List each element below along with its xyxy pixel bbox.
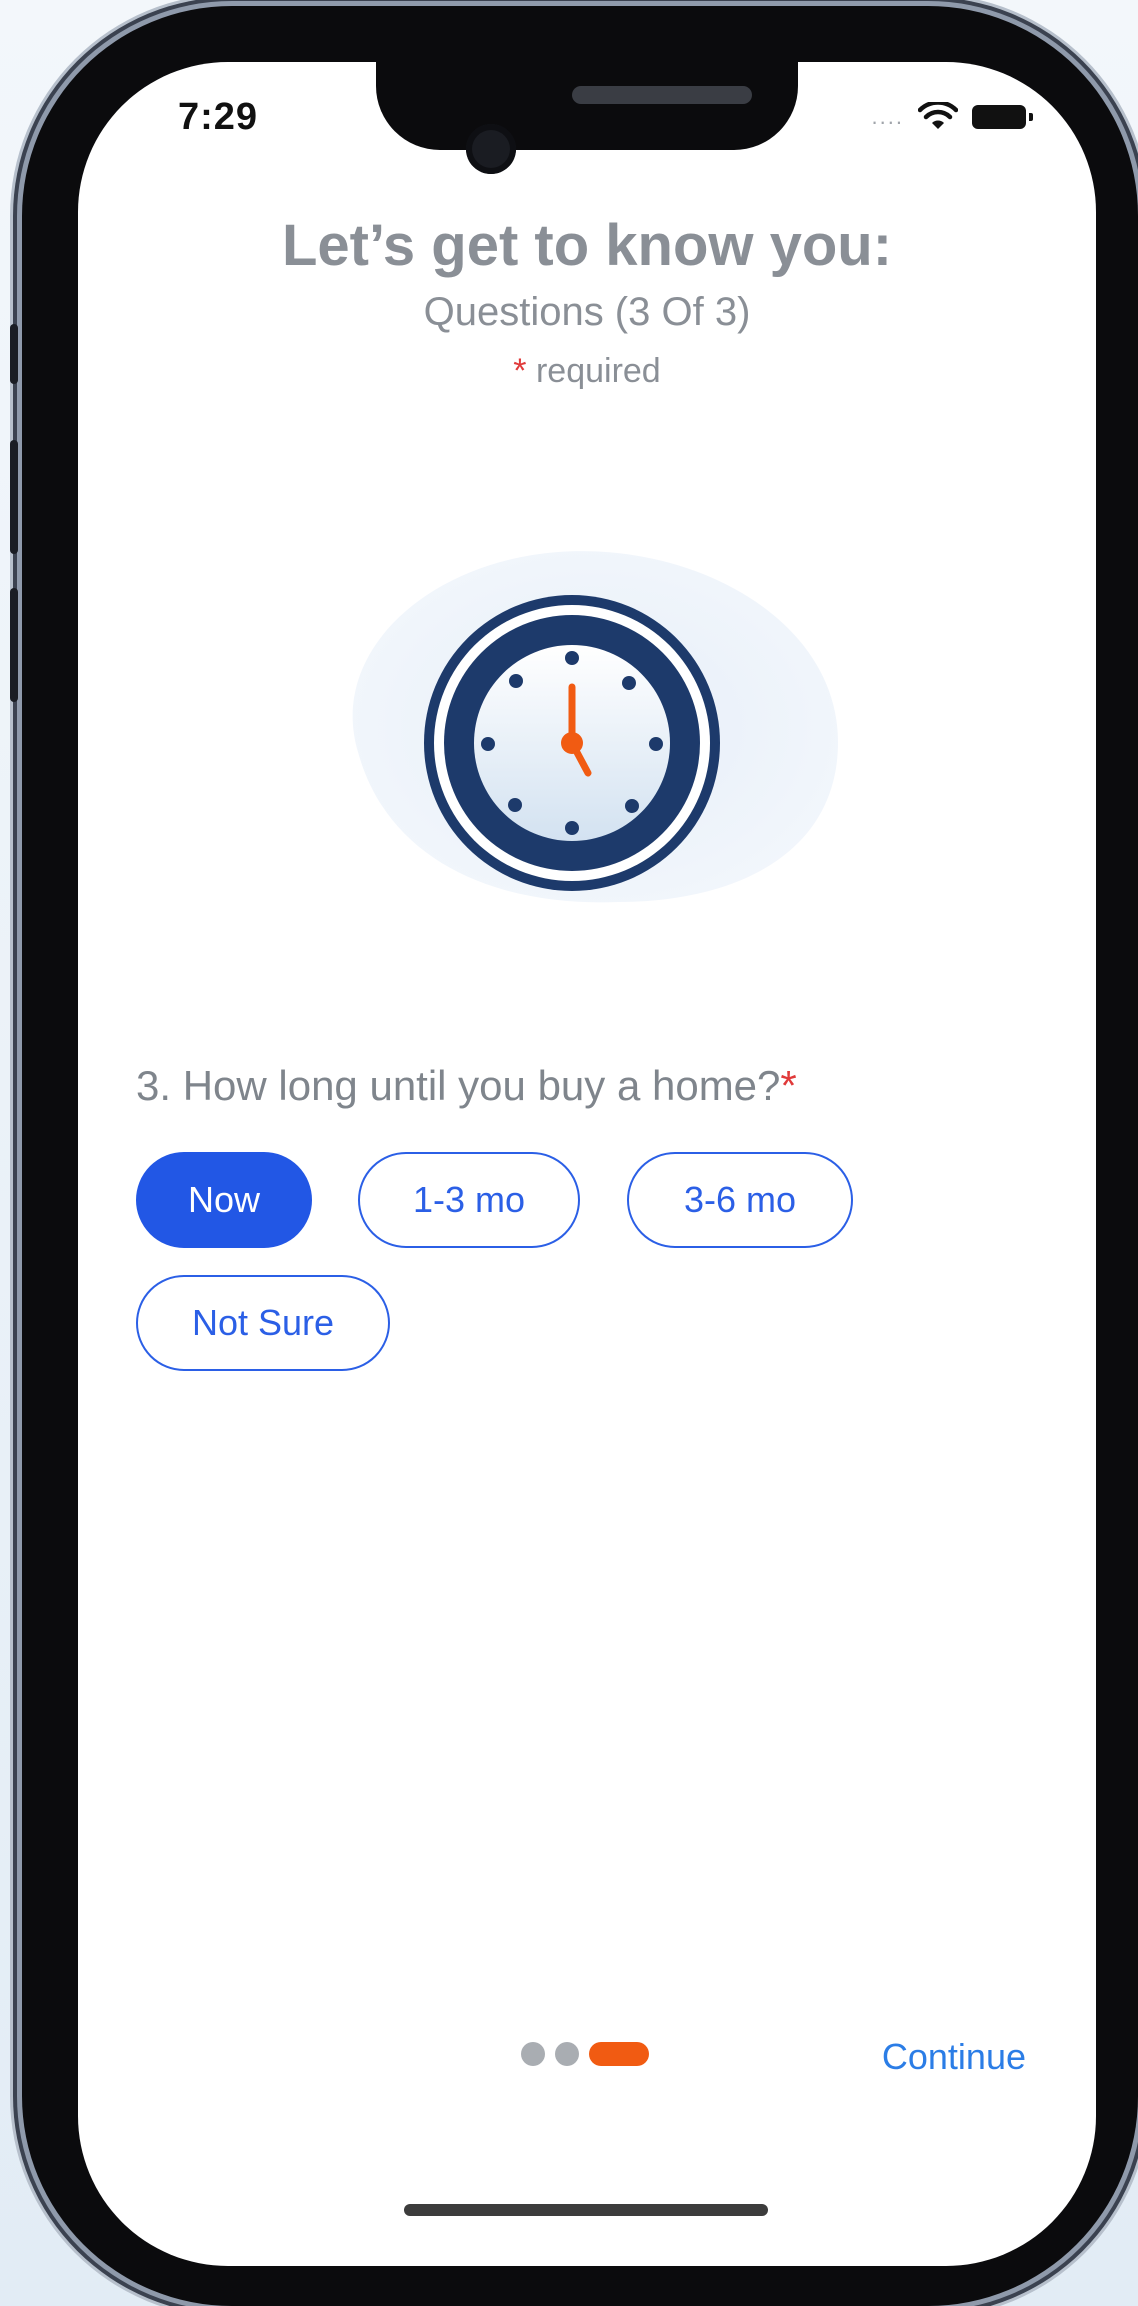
continue-button[interactable]: Continue [882, 2036, 1026, 2078]
app-screen: 7:29 .... Let’s get to know you: Questio… [78, 62, 1096, 2266]
page-dot-1 [521, 2042, 545, 2066]
page-dot-2 [555, 2042, 579, 2066]
battery-icon [972, 105, 1033, 129]
signal-dots: .... [871, 104, 904, 129]
page-title: Let’s get to know you: [281, 213, 893, 278]
volume-down-button [10, 588, 18, 702]
volume-up-button [10, 440, 18, 554]
status-time: 7:29 [178, 96, 259, 138]
page-dot-active [589, 2042, 649, 2066]
question-required-asterisk: * [780, 1062, 797, 1109]
option-not-sure[interactable]: Not Sure [136, 1275, 390, 1371]
home-indicator[interactable] [404, 2204, 768, 2216]
page-subtitle: Questions (3 Of 3) [423, 290, 751, 334]
page-indicator [521, 2042, 649, 2066]
option-1-3-mo[interactable]: 1-3 mo [358, 1152, 580, 1248]
required-note: * required [78, 352, 1096, 391]
question-label: 3. How long until you buy a home? [136, 1062, 781, 1109]
status-icons: .... [871, 102, 1033, 132]
speaker [572, 86, 752, 104]
option-now[interactable]: Now [136, 1152, 312, 1248]
wifi-icon [918, 102, 958, 129]
required-asterisk: * [513, 352, 527, 390]
clock-icon [352, 551, 838, 903]
side-button [10, 324, 18, 384]
notch [376, 62, 798, 150]
required-label: required [535, 352, 661, 390]
question-text: 3. How long until you buy a home?* [136, 1062, 797, 1110]
option-3-6-mo[interactable]: 3-6 mo [627, 1152, 853, 1248]
front-camera [466, 124, 516, 174]
